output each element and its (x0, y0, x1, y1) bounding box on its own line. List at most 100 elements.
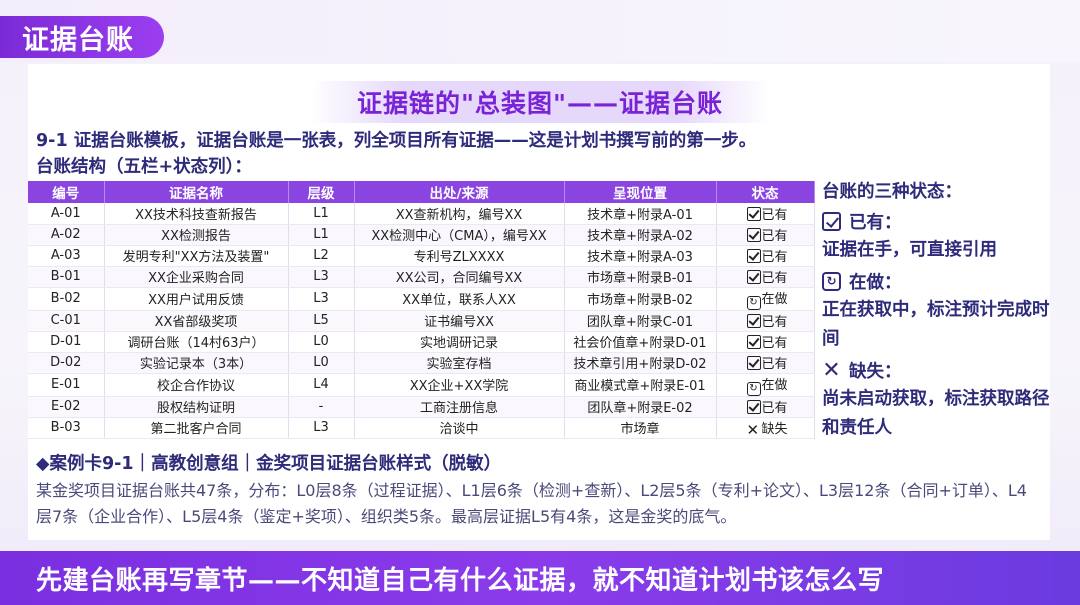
cell-level: L0 (288, 331, 355, 353)
status-text: 在做 (761, 291, 788, 307)
cell-location: 市场章+附录B-01 (564, 266, 717, 288)
status-desc: 证据在手，可直接引用 (822, 240, 997, 260)
status-text: 已有 (761, 229, 788, 244)
cell-id: B-03 (28, 417, 105, 439)
cell-level: - (288, 396, 355, 418)
cell-status: 已有 (716, 245, 815, 267)
status-item-missing: ✕ 缺失： (822, 358, 1050, 383)
cell-name: XX用户试用反馈 (104, 287, 289, 311)
cell-location: 技术章引用+附录D-02 (564, 352, 717, 374)
cell-status: ↻ 在做 (716, 287, 815, 311)
cell-source: XX检测中心（CMA），编号XX (354, 224, 565, 246)
cell-location: 社会价值章+附录D-01 (564, 331, 717, 353)
cell-level: L3 (288, 287, 355, 311)
status-text: 在做 (761, 377, 788, 393)
case-card-body: 某金奖项目证据台账共47条，分布：L0层8条（过程证据）、L1层6条（检测+查新… (36, 481, 1027, 526)
cell-id: A-01 (28, 203, 105, 225)
cell-id: D-02 (28, 352, 105, 374)
checkbox-icon (746, 356, 761, 370)
section-heading-text: 证据链的"总装图"——证据台账 (356, 89, 724, 118)
footer-text: 先建台账再写章节——不知道自己有什么证据，就不知道计划书该怎么写 (36, 565, 885, 596)
table-header-row: 编号 证据名称 层级 出处/来源 呈现位置 状态 (28, 181, 815, 203)
status-text: 已有 (761, 336, 788, 351)
cell-level: L3 (288, 266, 355, 288)
cell-level: L2 (288, 245, 355, 267)
checkbox-icon (746, 228, 761, 242)
cell-source: XX企业+XX学院 (354, 373, 565, 397)
refresh-icon: ↻ (746, 381, 761, 395)
cell-name: XX技术科技查新报告 (104, 203, 289, 225)
refresh-icon: ↻ (822, 272, 841, 291)
checkbox-icon (746, 270, 761, 284)
status-legend: 台账的三种状态： 已有： 证据在手，可直接引用 ↻ 在做： 正在获取中，标注预计… (822, 178, 1050, 445)
cell-level: L5 (288, 310, 355, 332)
cell-name: 股权结构证明 (104, 396, 289, 418)
cell-name: XX省部级奖项 (104, 310, 289, 332)
cell-level: L4 (288, 373, 355, 397)
column-header: 出处/来源 (354, 181, 565, 203)
cell-status: ↻ 在做 (716, 373, 815, 397)
cell-id: C-01 (28, 310, 105, 332)
cell-source: 证书编号XX (354, 310, 565, 332)
column-header: 编号 (28, 181, 105, 203)
cell-source: 实验室存档 (354, 352, 565, 374)
section-heading: 证据链的"总装图"——证据台账 (310, 81, 770, 123)
table-row: A-02 XX检测报告 L1 XX检测中心（CMA），编号XX 技术章+附录A-02 已有 (28, 224, 815, 246)
cell-status: 已有 (716, 310, 815, 332)
cell-status: 已有 (716, 203, 815, 225)
cell-status: ✕ 缺失 (716, 417, 815, 439)
table-row: D-02 实验记录本（3本） L0 实验室存档 技术章引用+附录D-02 已有 (28, 352, 815, 374)
cell-level: L3 (288, 417, 355, 439)
column-header: 证据名称 (104, 181, 289, 203)
checkbox-icon (746, 206, 761, 221)
status-text: 已有 (761, 401, 788, 416)
cell-source: 实地调研记录 (354, 331, 565, 353)
status-label: 在做： (849, 273, 902, 293)
status-text: 已有 (761, 207, 788, 223)
status-text: 缺失 (761, 422, 788, 437)
status-desc: 尚未启动获取，标注获取路径和责任人 (822, 389, 1050, 438)
cell-location: 技术章+附录A-01 (564, 203, 717, 225)
cell-location: 商业模式章+附录E-01 (564, 373, 717, 397)
cell-status: 已有 (716, 331, 815, 353)
status-label: 已有： (849, 213, 902, 233)
intro-text: 9-1 证据台账模板，证据台账是一张表，列全项目所有证据——这是计划书撰写前的第… (36, 131, 757, 151)
column-header: 状态 (716, 181, 815, 203)
cross-icon: ✕ (822, 358, 841, 383)
cell-location: 市场章+附录B-02 (564, 287, 717, 311)
cell-location: 市场章 (564, 417, 717, 439)
cell-name: 第二批客户合同 (104, 417, 289, 439)
cell-source: 洽谈中 (354, 417, 565, 439)
cell-source: XX查新机构，编号XX (354, 203, 565, 225)
cell-name: 校企合作协议 (104, 373, 289, 397)
cell-source: 工商注册信息 (354, 396, 565, 418)
cell-location: 技术章+附录A-03 (564, 245, 717, 267)
cross-icon: ✕ (746, 421, 760, 438)
cell-status: 已有 (716, 224, 815, 246)
table-row: B-02 XX用户试用反馈 L3 XX单位，联系人XX 市场章+附录B-02 ↻ 在做 (28, 287, 815, 311)
cell-id: B-02 (28, 287, 105, 311)
cell-name: XX企业采购合同 (104, 266, 289, 288)
table-row: C-01 XX省部级奖项 L5 证书编号XX 团队章+附录C-01 已有 (28, 310, 815, 332)
cell-location: 技术章+附录A-02 (564, 224, 717, 246)
status-item-doing: ↻ 在做： (822, 269, 1050, 294)
status-text: 已有 (761, 357, 788, 372)
cell-id: A-03 (28, 245, 105, 267)
cell-level: L0 (288, 352, 355, 374)
cell-id: A-02 (28, 224, 105, 246)
cell-id: D-01 (28, 331, 105, 353)
table-row: B-01 XX企业采购合同 L3 XX公司，合同编号XX 市场章+附录B-01 已有 (28, 266, 815, 288)
cell-level: L1 (288, 224, 355, 246)
footer-banner: 先建台账再写章节——不知道自己有什么证据，就不知道计划书该怎么写 (0, 551, 1080, 605)
cell-id: E-02 (28, 396, 105, 418)
status-text: 已有 (761, 271, 788, 286)
status-text: 已有 (761, 250, 788, 265)
checkbox-icon (746, 335, 761, 349)
cell-id: E-01 (28, 373, 105, 397)
cell-source: XX公司，合同编号XX (354, 266, 565, 288)
cell-name: 调研台账（14村63户） (104, 331, 289, 353)
status-text: 已有 (761, 315, 788, 330)
cell-source: 专利号ZLXXXX (354, 245, 565, 267)
cell-status: 已有 (716, 396, 815, 418)
cell-name: 实验记录本（3本） (104, 352, 289, 374)
